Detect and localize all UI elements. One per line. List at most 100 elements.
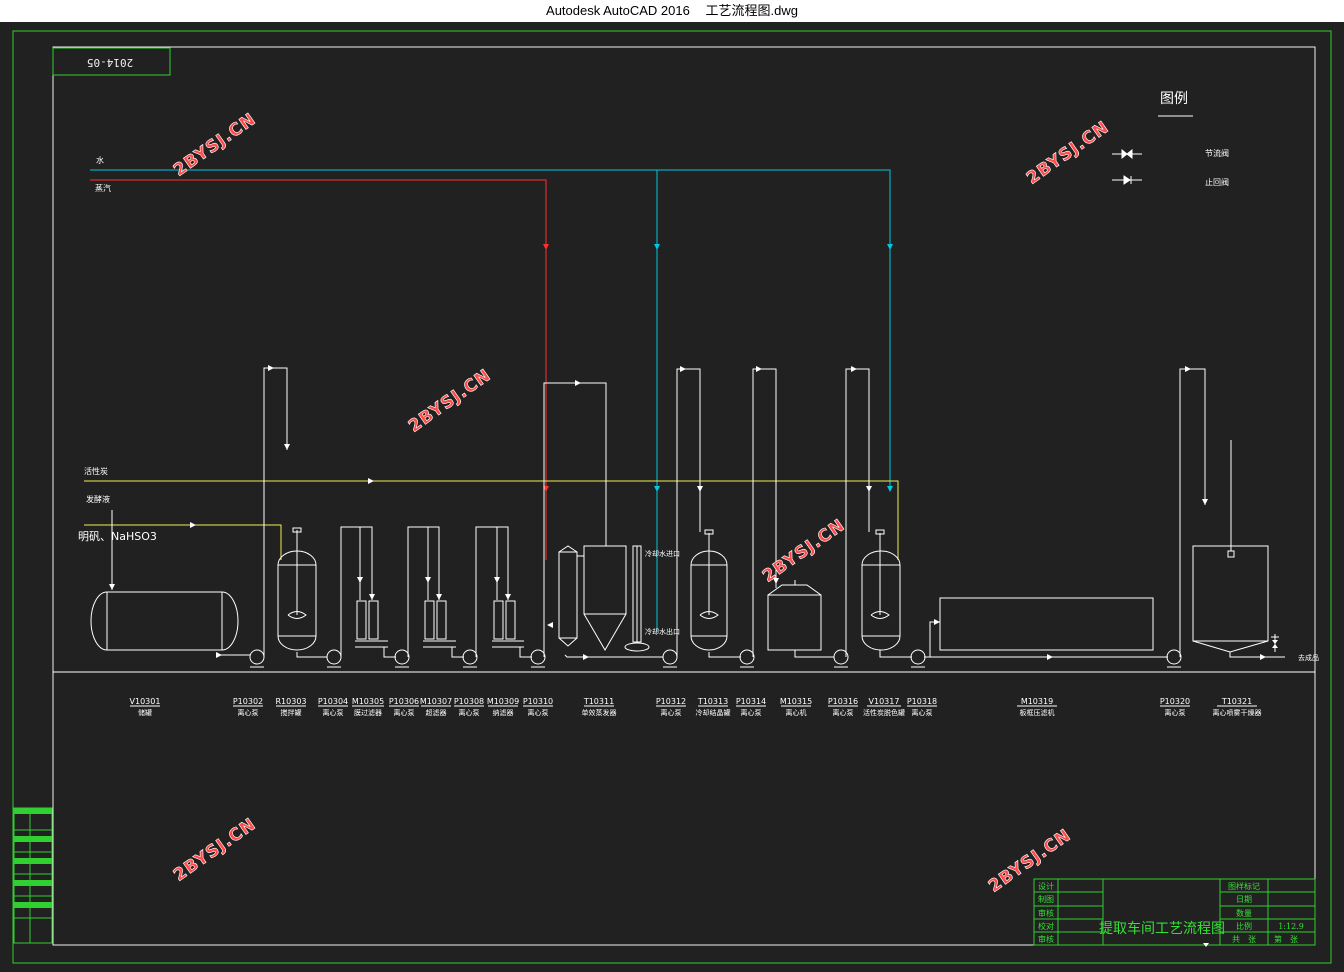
watermark: 2BYSJ.CN (985, 825, 1075, 896)
cooling-out-label: 冷却水出口 (645, 627, 680, 636)
svg-text:超滤器: 超滤器 (426, 708, 447, 717)
equipment-label: T10311 单效蒸发器 (582, 697, 617, 717)
svg-text:V10301: V10301 (130, 697, 161, 706)
svg-text:P10308: P10308 (454, 697, 484, 706)
watermarks: 2BYSJ.CN 2BYSJ.CN 2BYSJ.CN 2BYSJ.CN 2BYS… (170, 109, 1114, 897)
tb-footer: 张 (1248, 935, 1256, 944)
svg-text:储罐: 储罐 (138, 708, 152, 717)
outer-frame (12, 30, 1332, 964)
svg-text:P10318: P10318 (907, 697, 937, 706)
svg-text:P10304: P10304 (318, 697, 348, 706)
equipment-label: P10304 离心泵 (318, 697, 348, 717)
svg-text:P10302: P10302 (233, 697, 263, 706)
svg-text:P10312: P10312 (656, 697, 686, 706)
equipment-label: M10315 离心机 (780, 697, 812, 717)
svg-text:离心泵: 离心泵 (741, 708, 762, 717)
drawing-canvas[interactable]: 2014-05 图例 节流阀 止回阀 水 蒸汽 活性炭 发酵液 明矾、NaHSO… (0, 22, 1344, 972)
svg-text:离心泵: 离心泵 (394, 708, 415, 717)
tb-footer: 共 (1232, 935, 1240, 944)
pumps (249, 649, 1182, 668)
watermark: 2BYSJ.CN (1023, 117, 1113, 188)
equipment-label: P10306 离心泵 (389, 697, 419, 717)
svg-text:离心机: 离心机 (786, 708, 807, 717)
alum-label: 明矾、NaHSO3 (78, 530, 157, 543)
svg-text:活性炭脱色罐: 活性炭脱色罐 (863, 708, 905, 717)
legend-title: 图例 (1160, 91, 1188, 107)
tb-footer: 张 (1290, 935, 1298, 944)
title-block-labels: 设计 制图 审核 校对 审核 图样标记 日期 数量 比例 1:12.9 共 张 … (1038, 881, 1304, 944)
svg-text:纳滤器: 纳滤器 (493, 708, 514, 717)
tb-scale-value: 1:12.9 (1278, 922, 1304, 931)
svg-text:离心泵: 离心泵 (1165, 708, 1186, 717)
revision-strip (13, 807, 53, 944)
tb-left-label: 审核 (1038, 934, 1054, 944)
tb-right-label: 比例 (1236, 921, 1252, 931)
drawing-svg: 2014-05 图例 节流阀 止回阀 水 蒸汽 活性炭 发酵液 明矾、NaHSO… (12, 30, 1332, 964)
process-piping (216, 367, 1285, 658)
equipment-label: M10305 膜过滤器 (352, 697, 384, 717)
svg-text:T10313: T10313 (697, 697, 728, 706)
svg-text:P10310: P10310 (523, 697, 553, 706)
svg-text:离心泵: 离心泵 (661, 708, 682, 717)
feed-arrows (190, 478, 374, 528)
svg-text:M10315: M10315 (780, 697, 812, 706)
svg-text:膜过滤器: 膜过滤器 (354, 708, 382, 717)
svg-text:P10306: P10306 (389, 697, 419, 706)
svg-text:离心泵: 离心泵 (528, 708, 549, 717)
equipment-labels: V10301 储罐 P10302 离心泵 R10303 搅拌罐 P10304 离… (130, 697, 1262, 717)
svg-text:离心泵: 离心泵 (459, 708, 480, 717)
svg-text:M10309: M10309 (487, 697, 519, 706)
equipment-label: P10302 离心泵 (233, 697, 263, 717)
equipment-label: P10312 离心泵 (656, 697, 686, 717)
tb-left-label: 校对 (1038, 921, 1054, 931)
tb-left-label: 设计 (1038, 881, 1054, 891)
svg-text:搅拌罐: 搅拌罐 (281, 708, 302, 717)
water-line-label: 水 (96, 155, 104, 165)
revision-strip-fills (14, 808, 52, 908)
equipment-label: P10314 离心泵 (736, 697, 766, 717)
svg-text:T10311: T10311 (583, 697, 614, 706)
equipment-label: M10319 板框压滤机 (1017, 697, 1057, 717)
svg-text:M10307: M10307 (420, 697, 452, 706)
fermentation-broth-label: 发酵液 (86, 494, 110, 504)
svg-text:离心泵: 离心泵 (323, 708, 344, 717)
equipment-drawings (90, 440, 1279, 653)
svg-text:P10314: P10314 (736, 697, 766, 706)
throttle-valve-icon (1112, 148, 1142, 160)
svg-text:冷却结晶罐: 冷却结晶罐 (696, 708, 731, 717)
check-valve-icon (1112, 175, 1142, 185)
svg-text:离心喷雾干燥器: 离心喷雾干燥器 (1213, 708, 1262, 717)
tb-footer: 第 (1274, 934, 1282, 944)
svg-text:板框压滤机: 板框压滤机 (1020, 708, 1055, 717)
cooling-in-label: 冷却水进口 (645, 549, 680, 558)
svg-text:离心泵: 离心泵 (912, 708, 933, 717)
svg-text:P10320: P10320 (1160, 697, 1190, 706)
app-name: Autodesk AutoCAD 2016 (546, 3, 690, 18)
svg-text:T10321: T10321 (1221, 697, 1252, 706)
legend-throttle-label: 节流阀 (1205, 148, 1229, 158)
equipment-label: P10320 离心泵 (1160, 697, 1190, 717)
equipment-label: T10313 冷却结晶罐 (696, 697, 731, 717)
svg-text:P10316: P10316 (828, 697, 858, 706)
equipment-label: P10318 离心泵 (907, 697, 937, 717)
watermark: 2BYSJ.CN (405, 365, 495, 436)
broth-feed-arrow (109, 584, 115, 590)
steam-line-label: 蒸汽 (95, 183, 111, 193)
equipment-label: T10321 离心喷雾干燥器 (1213, 697, 1262, 717)
tb-right-label: 数量 (1236, 908, 1252, 918)
svg-text:M10319: M10319 (1021, 697, 1053, 706)
svg-text:R10303: R10303 (275, 697, 306, 706)
date-stamp: 2014-05 (87, 56, 133, 69)
svg-text:M10305: M10305 (352, 697, 384, 706)
tb-left-label: 审核 (1038, 908, 1054, 918)
tb-left-label: 制图 (1038, 894, 1054, 904)
svg-text:离心泵: 离心泵 (833, 708, 854, 717)
drawing-title: 提取车间工艺流程图 (1099, 920, 1225, 937)
outlet-label: 去成品 (1298, 653, 1319, 662)
svg-text:单效蒸发器: 单效蒸发器 (582, 708, 617, 717)
process-arrows (216, 365, 1266, 660)
equipment-label: V10301 储罐 (130, 697, 161, 717)
legend-check-label: 止回阀 (1205, 177, 1229, 187)
tb-right-label: 图样标记 (1228, 881, 1260, 891)
equipment-label: V10317 活性炭脱色罐 (863, 697, 905, 717)
